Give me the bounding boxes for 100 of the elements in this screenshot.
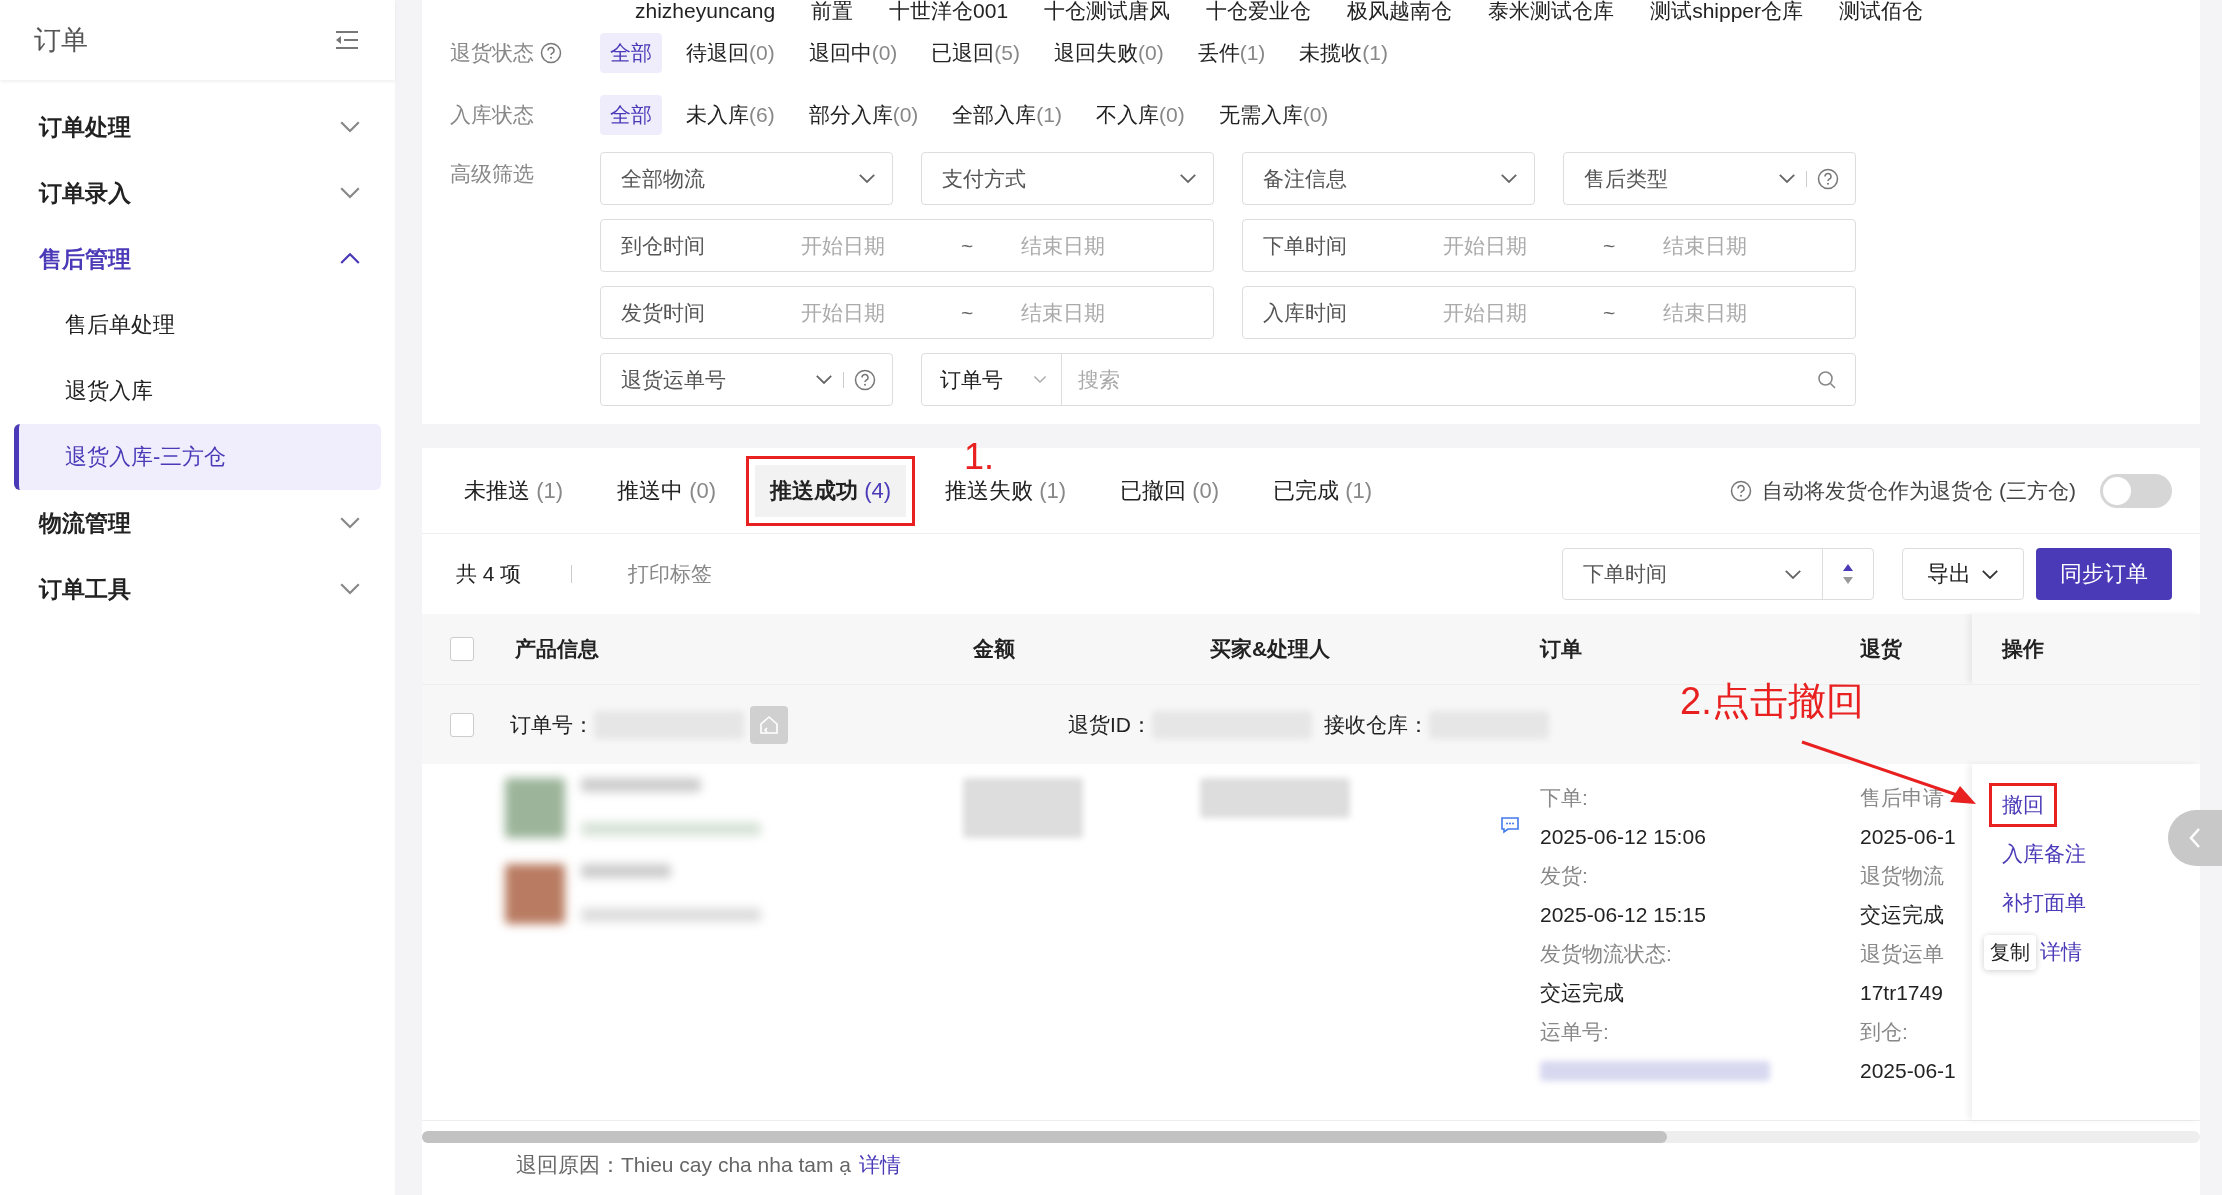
- filter-option[interactable]: 全部: [600, 33, 662, 73]
- select-field[interactable]: 备注信息: [1242, 152, 1535, 205]
- chevron-down-icon: [1500, 173, 1518, 184]
- info-value: 17tr1749: [1860, 980, 1944, 1006]
- step-annotation: 1.: [964, 436, 995, 478]
- status-tab[interactable]: 已完成 (1): [1249, 455, 1397, 526]
- chevron-down-icon: [1784, 568, 1802, 580]
- column-header: 金额: [972, 636, 1016, 662]
- chevron-down-icon: [1033, 375, 1047, 384]
- warehouse-option[interactable]: 泰米测试仓库: [1488, 0, 1615, 22]
- toggle-switch[interactable]: [2100, 473, 2172, 508]
- info-label: 运单号:: [1540, 1019, 1610, 1045]
- warehouse-option[interactable]: 十仓测试唐风: [1044, 0, 1171, 22]
- column-header: 退货: [1859, 636, 1903, 662]
- sidebar-group[interactable]: 订单录入: [14, 160, 381, 226]
- order-number-label: 订单号：: [510, 711, 594, 738]
- step-annotation: 2.点击撤回: [1680, 679, 1864, 724]
- filter-option[interactable]: 已退回(5): [921, 33, 1030, 73]
- search-type-select[interactable]: 订单号: [922, 354, 1062, 405]
- filter-option[interactable]: 未入库(6): [676, 95, 785, 135]
- column-header: 订单: [1538, 636, 1583, 662]
- tooltip: 复制: [1984, 934, 2036, 970]
- filter-option[interactable]: 全部入库(1): [942, 95, 1072, 135]
- info-value: 2025-06-1: [1860, 824, 1957, 850]
- warehouse-option[interactable]: 前置: [811, 0, 854, 22]
- filter-option[interactable]: 丢件(1): [1187, 33, 1276, 73]
- chevron-down-icon: [815, 374, 833, 385]
- column-header: 产品信息: [514, 636, 600, 662]
- chevron-down-icon: [339, 120, 361, 134]
- house-icon[interactable]: [750, 705, 788, 744]
- chevron-down-icon: [1179, 173, 1197, 184]
- info-value: 交运完成: [1540, 980, 1625, 1006]
- warehouse-option[interactable]: 测试shipper仓库: [1650, 0, 1804, 22]
- collapse-menu-icon[interactable]: [335, 30, 359, 50]
- filter-option[interactable]: 待退回(0): [676, 33, 785, 73]
- filter-option[interactable]: 未揽收(1): [1289, 33, 1399, 73]
- date-range-field[interactable]: 发货时间 开始日期 ~ 结束日期: [600, 286, 1214, 339]
- select-field[interactable]: 支付方式: [921, 152, 1214, 205]
- search-field[interactable]: 搜索: [1062, 366, 1817, 393]
- sort-icon[interactable]: [1842, 563, 1854, 585]
- toggle-label: 自动将发货仓作为退货仓 (三方仓): [1762, 477, 2076, 504]
- filter-label: 退货状态: [450, 40, 534, 66]
- date-range-field[interactable]: 入库时间 开始日期 ~ 结束日期: [1242, 286, 1856, 339]
- status-tab[interactable]: 推送成功 (4): [746, 455, 916, 526]
- filter-option[interactable]: 退回失败(0): [1044, 33, 1174, 73]
- warehouse-option[interactable]: 十仓爱业仓: [1206, 0, 1312, 22]
- filter-option[interactable]: 退回中(0): [798, 33, 908, 73]
- sidebar-item[interactable]: 售后单处理: [14, 292, 381, 358]
- chevron-down-icon: [1778, 173, 1796, 184]
- info-label: 退货运单: [1860, 941, 1945, 967]
- select-field[interactable]: 售后类型: [1563, 152, 1856, 205]
- status-tab[interactable]: 未推送 (1): [440, 455, 587, 526]
- details-link[interactable]: 详情: [858, 1151, 901, 1179]
- warehouse-label: 接收仓库：: [1324, 711, 1429, 738]
- info-label: 下单:: [1540, 785, 1589, 811]
- info-value: 2025-06-1: [1860, 1058, 1957, 1084]
- filter-option[interactable]: 不入库(0): [1086, 95, 1195, 135]
- export-button[interactable]: 导出: [1902, 548, 2024, 600]
- action-link[interactable]: 撤回: [1992, 786, 2054, 824]
- chat-icon[interactable]: [1500, 816, 1520, 834]
- action-link[interactable]: 补打面单: [1992, 884, 2096, 922]
- info-label: 发货物流状态:: [1540, 941, 1673, 967]
- action-link[interactable]: 入库备注: [1992, 835, 2096, 873]
- print-label-button[interactable]: 打印标签: [622, 559, 719, 589]
- info-value: 交运完成: [1860, 902, 1945, 928]
- help-icon: [1730, 479, 1753, 502]
- date-range-field[interactable]: 下单时间 开始日期 ~ 结束日期: [1242, 219, 1856, 272]
- warehouse-option[interactable]: 极风越南仓: [1347, 0, 1453, 22]
- column-header: 操作: [2002, 636, 2044, 662]
- sidebar-item[interactable]: 退货入库-三方仓: [14, 424, 381, 490]
- action-link[interactable]: 详情: [2040, 933, 2092, 971]
- info-value: 2025-06-12 15:15: [1540, 902, 1707, 928]
- filter-option[interactable]: 部分入库(0): [798, 95, 929, 135]
- scrollbar[interactable]: [422, 1131, 2200, 1143]
- sidebar-group[interactable]: 售后管理: [14, 226, 381, 292]
- sidebar-group[interactable]: 订单处理: [14, 94, 381, 160]
- search-bar[interactable]: 订单号 搜索: [921, 353, 1856, 406]
- chevron-down-icon: [339, 516, 361, 530]
- status-tab[interactable]: 推送中 (0): [593, 455, 741, 526]
- info-value: 2025-06-12 15:06: [1540, 824, 1707, 850]
- filter-option[interactable]: 全部: [600, 95, 662, 135]
- date-range-field[interactable]: 到仓时间 开始日期 ~ 结束日期: [600, 219, 1214, 272]
- sidebar-group[interactable]: 订单工具: [14, 556, 381, 622]
- select-field[interactable]: 全部物流: [600, 152, 893, 205]
- select-field[interactable]: 退货运单号: [600, 353, 893, 406]
- sidebar-title: 订单: [34, 24, 88, 57]
- chevron-down-icon: [339, 186, 361, 200]
- warehouse-option[interactable]: zhizheyuncang: [635, 0, 776, 22]
- sidebar-item[interactable]: 退货入库: [14, 358, 381, 424]
- sidebar-group[interactable]: 物流管理: [14, 490, 381, 556]
- sync-orders-button[interactable]: 同步订单: [2036, 548, 2172, 600]
- status-tab[interactable]: 已撤回 (0): [1096, 455, 1244, 526]
- total-count: 共 4 项: [456, 561, 522, 587]
- warehouse-option[interactable]: 测试佰仓: [1839, 0, 1924, 22]
- filter-option[interactable]: 无需入库(0): [1208, 95, 1339, 135]
- select-all-checkbox[interactable]: [450, 637, 474, 661]
- row-checkbox[interactable]: [450, 712, 474, 737]
- info-label: 退货物流: [1860, 863, 1945, 889]
- search-icon[interactable]: [1817, 369, 1837, 390]
- warehouse-option[interactable]: 十世洋仓001: [889, 0, 1009, 22]
